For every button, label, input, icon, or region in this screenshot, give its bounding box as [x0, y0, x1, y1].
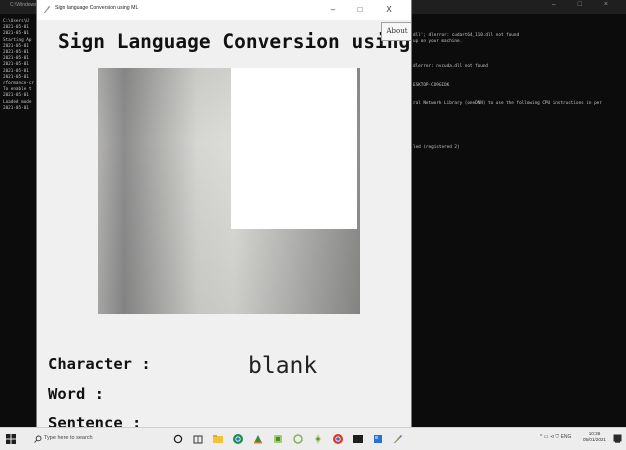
- app-icon-6[interactable]: [292, 433, 304, 445]
- feather-icon: [44, 5, 51, 13]
- console-log-line: ral Network Library (oneDNN) to use the …: [413, 101, 602, 107]
- task-view-icon[interactable]: [172, 433, 184, 445]
- console-log-line: ESKTOP-CO9GIOK: [413, 82, 450, 88]
- word-label: Word :: [48, 385, 104, 403]
- console-log-left: C:\Users\U 2021-05-01 2021-05-01 Starting A…: [3, 19, 34, 112]
- close-button[interactable]: X: [379, 3, 399, 16]
- taskbar-clock[interactable]: 10:36 05/01/2021: [583, 431, 606, 443]
- app-window: Sign language Conversion using ML – □ X …: [37, 0, 411, 427]
- console-window-controls[interactable]: – □ ×: [552, 1, 618, 8]
- app-window-title: Sign language Conversion using ML: [55, 5, 139, 11]
- notification-icon[interactable]: [613, 434, 622, 443]
- store-icon[interactable]: [192, 433, 204, 445]
- hand-region-box: [231, 68, 357, 229]
- taskbar: Type here to search ^ ▭ ⊲ ⛉ ENG 10:36 05…: [0, 427, 626, 450]
- character-value: blank: [248, 353, 318, 379]
- camera-feed: [98, 68, 360, 314]
- terminal-icon[interactable]: [352, 433, 364, 445]
- clock-date: 05/01/2021: [583, 437, 606, 442]
- console-log-line: 2021-05-01: [3, 105, 29, 111]
- sentence-label: Sentence :: [48, 414, 142, 427]
- console-log-line: led (registered 2): [413, 144, 460, 150]
- console-log-line: Starting Ap: [3, 37, 32, 43]
- page-title: Sign Language Conversion using ML: [58, 30, 411, 53]
- console-log-line: Loaded mode: [3, 99, 32, 105]
- chrome-icon-2[interactable]: [332, 433, 344, 445]
- photos-icon[interactable]: [252, 433, 264, 445]
- maximize-button[interactable]: □: [350, 3, 370, 16]
- app-icon-5[interactable]: [272, 433, 284, 445]
- app-icon-7[interactable]: [312, 433, 324, 445]
- feather-app-icon[interactable]: [392, 433, 404, 445]
- windows-start-icon[interactable]: [6, 434, 16, 444]
- taskbar-search-box[interactable]: Type here to search: [20, 430, 158, 448]
- app-icon-10[interactable]: [372, 433, 384, 445]
- about-button[interactable]: About: [381, 22, 411, 41]
- system-tray[interactable]: ^ ▭ ⊲ ⛉ ENG: [540, 434, 571, 440]
- chrome-icon[interactable]: [232, 433, 244, 445]
- search-icon: [34, 435, 42, 443]
- app-titlebar[interactable]: Sign language Conversion using ML – □ X: [37, 0, 411, 20]
- console-log-line: up on your machine.: [413, 39, 463, 45]
- minimize-button[interactable]: –: [323, 3, 343, 16]
- console-log-line: dlerror: nvcuda.dll not found: [413, 64, 489, 69]
- search-placeholder: Type here to search: [44, 435, 93, 441]
- character-label: Character :: [48, 355, 151, 373]
- file-explorer-icon[interactable]: [212, 433, 224, 445]
